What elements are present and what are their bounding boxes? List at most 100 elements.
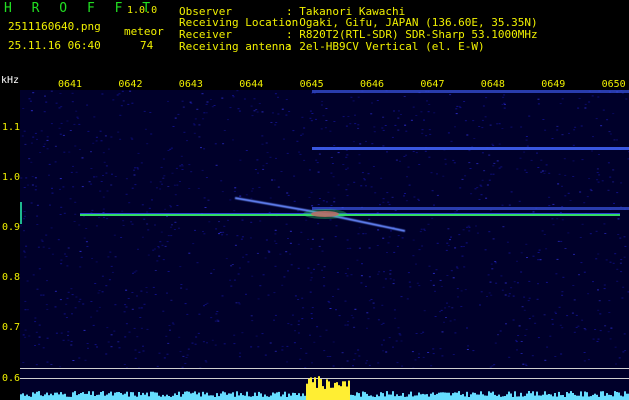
noise-dot [433, 204, 435, 206]
amplitude-bar [332, 387, 334, 400]
noise-dot [393, 309, 396, 311]
noise-dot [138, 307, 141, 309]
noise-dot [498, 143, 501, 145]
noise-dot [122, 225, 125, 226]
noise-dot [475, 225, 477, 227]
noise-dot [60, 263, 63, 265]
noise-dot [251, 188, 254, 190]
amplitude-bar [34, 393, 36, 400]
noise-dot [494, 261, 497, 263]
noise-dot [43, 111, 46, 113]
noise-dot [23, 250, 26, 252]
noise-dot [564, 195, 567, 197]
noise-dot [415, 333, 418, 334]
noise-dot [307, 238, 310, 240]
noise-dot [498, 167, 501, 169]
noise-dot [320, 104, 323, 106]
noise-dot [389, 273, 392, 275]
noise-dot [46, 337, 49, 339]
noise-dot [261, 143, 264, 145]
noise-dot [345, 125, 348, 127]
noise-dot [549, 335, 552, 337]
noise-dot [450, 270, 453, 272]
amplitude-bar [118, 392, 120, 400]
amplitude-bar [438, 392, 440, 400]
noise-dot [539, 259, 542, 261]
noise-dot [46, 280, 48, 282]
noise-dot [146, 211, 149, 213]
amplitude-bar [366, 393, 368, 400]
noise-dot [470, 193, 473, 195]
amplitude-bar [242, 395, 244, 400]
noise-dot [525, 139, 528, 141]
noise-dot [114, 256, 117, 258]
noise-dot [158, 255, 161, 257]
amplitude-bar [592, 394, 594, 400]
noise-dot [323, 266, 326, 268]
noise-dot [484, 116, 487, 118]
noise-dot [309, 110, 312, 112]
noise-dot [36, 215, 39, 217]
noise-dot [285, 223, 288, 225]
noise-dot [508, 293, 511, 295]
noise-dot [536, 298, 539, 300]
amplitude-bar [276, 392, 278, 400]
noise-dot [581, 159, 584, 161]
noise-dot [575, 326, 578, 328]
noise-dot [601, 180, 604, 182]
noise-dot [99, 190, 102, 192]
noise-dot [172, 126, 175, 127]
noise-dot [332, 176, 335, 178]
noise-dot [425, 135, 428, 137]
noise-dot [38, 336, 41, 338]
noise-dot [78, 149, 81, 150]
amplitude-bar [50, 393, 52, 400]
time-tick-0650: 0650 [601, 79, 626, 90]
noise-dot [453, 162, 456, 164]
noise-dot [596, 172, 599, 173]
noise-dot [235, 302, 238, 304]
noise-dot [305, 352, 308, 354]
noise-dot [317, 223, 320, 225]
noise-dot [262, 165, 265, 167]
noise-dot [504, 294, 507, 296]
noise-dot [31, 176, 34, 178]
noise-dot [26, 309, 29, 311]
noise-dot [167, 235, 170, 237]
noise-dot [555, 312, 557, 314]
noise-dot [80, 256, 83, 258]
noise-dot [36, 204, 39, 206]
noise-dot [72, 165, 74, 167]
noise-dot [287, 323, 290, 325]
noise-dot [301, 318, 304, 320]
noise-dot [22, 334, 25, 336]
noise-dot [203, 197, 206, 199]
noise-dot [85, 241, 88, 243]
noise-dot [580, 262, 583, 264]
noise-dot [106, 218, 109, 220]
noise-dot [160, 231, 163, 233]
noise-dot [329, 130, 332, 132]
noise-dot [415, 152, 418, 154]
noise-dot [277, 186, 280, 188]
noise-dot [139, 317, 142, 318]
noise-dot [275, 122, 278, 123]
noise-dot [321, 238, 324, 240]
noise-dot [382, 201, 385, 203]
noise-dot [34, 321, 37, 323]
noise-dot [67, 334, 69, 336]
noise-dot [432, 348, 435, 350]
noise-dot [289, 242, 292, 244]
noise-dot [95, 261, 98, 263]
noise-dot [78, 357, 81, 359]
noise-dot [96, 310, 99, 312]
noise-dot [572, 144, 575, 146]
noise-dot [318, 153, 321, 155]
noise-dot [167, 100, 169, 102]
noise-dot [445, 249, 448, 251]
noise-dot [447, 132, 450, 134]
noise-dot [476, 187, 479, 189]
noise-dot [229, 279, 232, 281]
amplitude-bar [372, 396, 374, 400]
noise-dot [79, 298, 82, 300]
